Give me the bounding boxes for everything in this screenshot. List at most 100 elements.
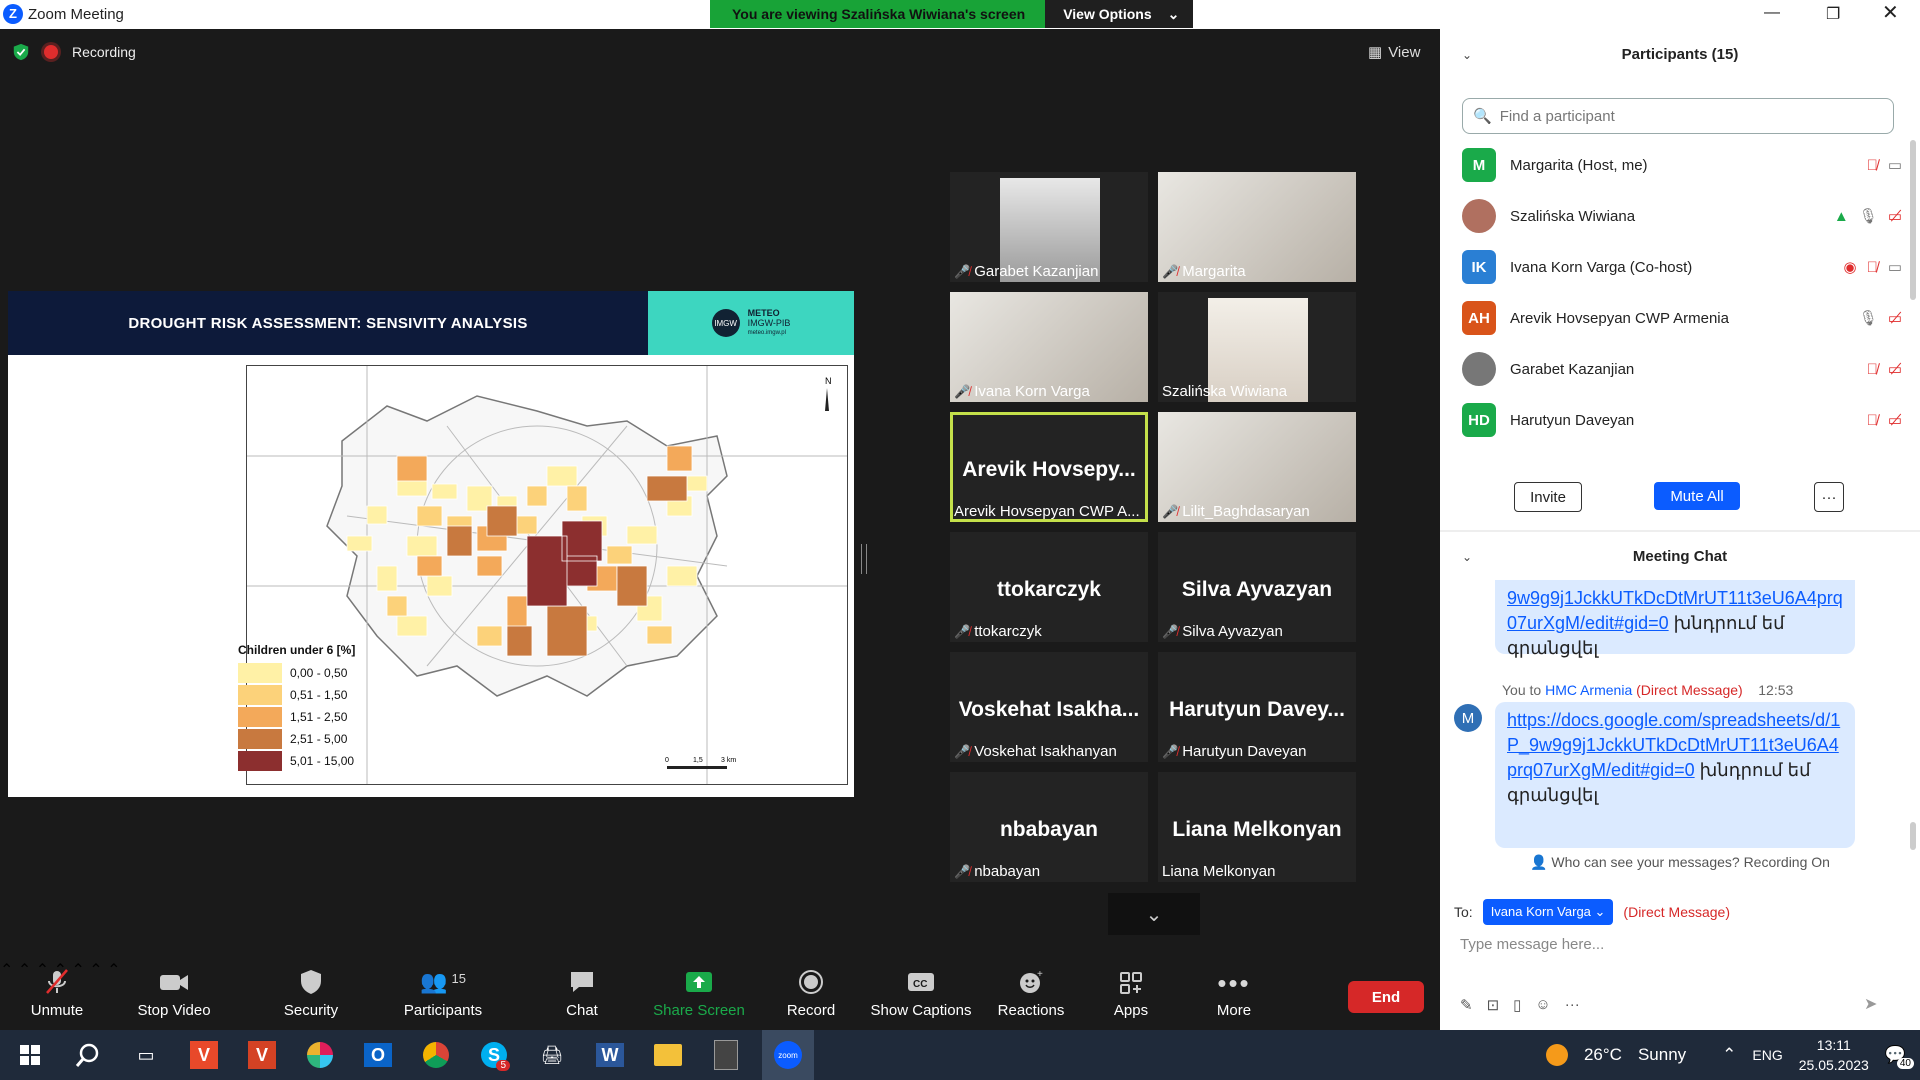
chat-message: https://docs.google.com/spreadsheets/d/1… bbox=[1495, 702, 1855, 848]
video-tile[interactable]: Harutyun Davey... 🎤̸ Harutyun Daveyan bbox=[1158, 652, 1356, 762]
skype-badge: 5 bbox=[496, 1060, 510, 1071]
close-button[interactable]: ✕ bbox=[1882, 0, 1899, 25]
captions-options-caret[interactable]: ⌃ bbox=[89, 962, 102, 979]
more-options-button[interactable]: ··· bbox=[1814, 482, 1844, 512]
windows-start-icon[interactable] bbox=[8, 1035, 52, 1075]
reactions-button[interactable]: + Reactions bbox=[996, 968, 1066, 1019]
participant-row[interactable]: IK Ivana Korn Varga (Co-host) ◉ 🎙̸ ▭ bbox=[1462, 247, 1902, 287]
chevron-up-icon[interactable]: ⌃ bbox=[1722, 1045, 1736, 1065]
gallery-next-page-button[interactable]: ⌄ bbox=[1108, 893, 1200, 935]
app-icon[interactable]: V bbox=[182, 1035, 226, 1075]
search-placeholder: Find a participant bbox=[1499, 107, 1615, 125]
panel-divider bbox=[1440, 530, 1920, 532]
participant-row[interactable]: M Margarita (Host, me) 🎙̸ ▭ bbox=[1462, 145, 1902, 185]
chrome-icon[interactable] bbox=[414, 1035, 458, 1075]
video-tile[interactable]: 🎤̸ Lilit_Baghdasaryan bbox=[1158, 412, 1356, 522]
mic-muted-icon: 🎤̸ bbox=[1162, 503, 1179, 519]
search-icon[interactable] bbox=[66, 1035, 110, 1075]
who-can-see-messages-link[interactable]: 👤 Who can see your messages? Recording O… bbox=[1440, 854, 1920, 871]
participants-scrollbar[interactable] bbox=[1910, 140, 1916, 300]
view-options-button[interactable]: View Options ⌄ bbox=[1045, 0, 1194, 28]
video-tile[interactable]: 🎤̸ Garabet Kazanjian bbox=[950, 172, 1148, 282]
participant-name-label: 🎤̸ ttokarczyk bbox=[954, 623, 1042, 640]
video-off-icon: ▭̸ bbox=[1887, 412, 1902, 429]
video-tile[interactable]: Voskehat Isakha... 🎤̸ Voskehat Isakhanyan bbox=[950, 652, 1148, 762]
video-tile[interactable]: 🎤̸ Ivana Korn Varga bbox=[950, 292, 1148, 402]
video-tile[interactable]: Silva Ayvazyan 🎤̸ Silva Ayvazyan bbox=[1158, 532, 1356, 642]
apps-options-caret[interactable]: ⌃ bbox=[107, 962, 120, 979]
invite-button[interactable]: Invite bbox=[1514, 482, 1582, 512]
chat-tools: ✎ ⊡ ▯ ☺ ··· bbox=[1460, 996, 1580, 1014]
window-title: Zoom Meeting bbox=[28, 6, 124, 23]
video-tile[interactable]: ttokarczyk 🎤̸ ttokarczyk bbox=[950, 532, 1148, 642]
svg-text:+: + bbox=[1037, 969, 1043, 980]
smiley-plus-icon: + bbox=[996, 968, 1066, 998]
participant-name-label: 🎤̸ Silva Ayvazyan bbox=[1162, 623, 1283, 640]
participant-name-label: 🎤̸ Lilit_Baghdasaryan bbox=[1162, 503, 1310, 520]
participant-name-label: 🎤̸ Harutyun Daveyan bbox=[1162, 743, 1307, 760]
language-indicator[interactable]: ENG bbox=[1752, 1047, 1782, 1063]
recipient-dropdown[interactable]: Ivana Korn Varga ⌄ bbox=[1482, 899, 1614, 925]
participant-row[interactable]: Szalińska Wiwiana ▲ 🎙 ▭̸ bbox=[1462, 196, 1902, 236]
calculator-icon[interactable] bbox=[704, 1035, 748, 1075]
file-explorer-icon[interactable] bbox=[646, 1035, 690, 1075]
splitter-handle[interactable] bbox=[861, 544, 867, 574]
participant-row[interactable]: HD Harutyun Daveyan 🎙̸ ▭̸ bbox=[1462, 400, 1902, 440]
participant-status-icons: 🎙 ▭̸ bbox=[1859, 309, 1902, 327]
north-arrow-icon: N bbox=[825, 376, 832, 411]
audio-options-caret[interactable]: ⌃ bbox=[0, 962, 13, 979]
slack-icon[interactable] bbox=[298, 1035, 342, 1075]
chat-scrollbar[interactable] bbox=[1910, 822, 1916, 850]
send-icon[interactable]: ➤ bbox=[1864, 994, 1877, 1014]
skype-icon[interactable]: S5 bbox=[472, 1035, 516, 1075]
mute-all-button[interactable]: Mute All bbox=[1654, 482, 1740, 510]
end-meeting-button[interactable]: End bbox=[1348, 981, 1424, 1013]
view-button[interactable]: ▦ View bbox=[1368, 43, 1420, 62]
legend-label: 5,01 - 15,00 bbox=[290, 754, 355, 768]
notification-icon[interactable]: 💬 40 bbox=[1885, 1045, 1914, 1069]
participant-search-input[interactable]: 🔍 Find a participant bbox=[1462, 98, 1894, 134]
avatar: M bbox=[1454, 704, 1482, 732]
minimize-button[interactable]: — bbox=[1764, 4, 1780, 22]
unmute-button[interactable]: Unmute bbox=[26, 968, 88, 1019]
file-icon[interactable]: ▯ bbox=[1513, 996, 1521, 1014]
participant-status-icons: 🎙̸ ▭ bbox=[1867, 156, 1902, 175]
zoom-taskbar-icon[interactable]: zoom bbox=[762, 1030, 814, 1080]
participants-button[interactable]: 👥 15 Participants bbox=[400, 968, 486, 1019]
app-icon[interactable]: V bbox=[240, 1035, 284, 1075]
video-off-icon: ▭̸ bbox=[1887, 208, 1902, 225]
video-tile[interactable]: Liana Melkonyan Liana Melkonyan bbox=[1158, 772, 1356, 882]
format-icon[interactable]: ✎ bbox=[1460, 996, 1473, 1014]
weather-sun-icon bbox=[1545, 1044, 1568, 1066]
stop-video-button[interactable]: Stop Video bbox=[132, 968, 216, 1019]
video-tile[interactable]: Arevik Hovsepy... Arevik Hovsepyan CWP A.… bbox=[950, 412, 1148, 522]
mic-muted-icon: 🎤̸ bbox=[954, 863, 971, 879]
participant-name-label: 🎤̸ Ivana Korn Varga bbox=[954, 383, 1090, 400]
weather-text: Sunny bbox=[1637, 1045, 1687, 1064]
restore-button[interactable]: ❐ bbox=[1826, 4, 1840, 24]
chat-message-input[interactable]: Type message here... bbox=[1460, 936, 1604, 953]
record-icon bbox=[784, 968, 838, 998]
apps-button[interactable]: Apps bbox=[1112, 968, 1150, 1019]
video-tile[interactable]: 🎤̸ Margarita bbox=[1158, 172, 1356, 282]
more-button[interactable]: ••• More bbox=[1214, 968, 1254, 1019]
emoji-icon[interactable]: ☺ bbox=[1535, 996, 1550, 1014]
security-button[interactable]: Security bbox=[278, 968, 344, 1019]
printer-icon[interactable]: 🖨 bbox=[530, 1035, 574, 1075]
participant-row[interactable]: Garabet Kazanjian 🎙̸ ▭̸ bbox=[1462, 349, 1902, 389]
video-tile[interactable]: Szalińska Wiwiana bbox=[1158, 292, 1356, 402]
share-screen-button[interactable]: Share Screen bbox=[652, 968, 746, 1019]
outlook-icon[interactable]: O bbox=[356, 1035, 400, 1075]
video-tile[interactable]: nbabayan 🎤̸ nbabayan bbox=[950, 772, 1148, 882]
clock[interactable]: 13:11 25.05.2023 bbox=[1799, 1035, 1869, 1075]
screenshot-icon[interactable]: ⊡ bbox=[1487, 996, 1500, 1014]
record-button[interactable]: Record bbox=[784, 968, 838, 1019]
chat-button[interactable]: Chat bbox=[562, 968, 602, 1019]
task-view-icon[interactable]: ▭ bbox=[124, 1035, 168, 1075]
more-dots-icon[interactable]: ··· bbox=[1565, 996, 1580, 1014]
word-icon[interactable]: W bbox=[588, 1035, 632, 1075]
mic-muted-icon: 🎙̸ bbox=[1866, 258, 1878, 276]
svg-text:N: N bbox=[825, 376, 832, 386]
show-captions-button[interactable]: CC Show Captions bbox=[868, 968, 974, 1019]
participant-row[interactable]: AH Arevik Hovsepyan CWP Armenia 🎙 ▭̸ bbox=[1462, 298, 1902, 338]
